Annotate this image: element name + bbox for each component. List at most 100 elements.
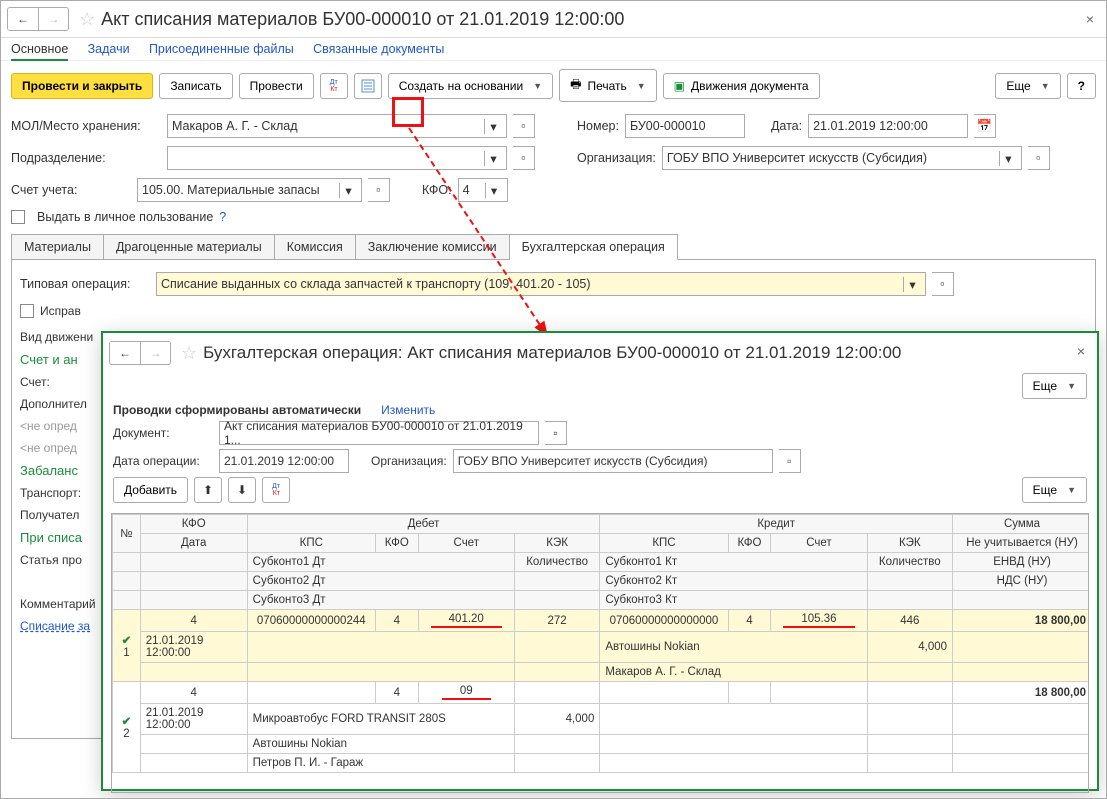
entry-row-2[interactable]: ✔ 2 4 4 09 18 800,00 [113, 682, 1090, 704]
auto-text: Проводки сформированы автоматически [113, 403, 361, 417]
opdate-input[interactable]: 21.01.2019 12:00:00 [219, 449, 349, 473]
acct-open-button[interactable]: ▫ [368, 178, 390, 202]
overlay-org-open-button[interactable]: ▫ [779, 449, 801, 473]
mol-label: МОЛ/Место хранения: [11, 119, 161, 133]
tab-accounting[interactable]: Бухгалтерская операция [510, 234, 678, 260]
change-link[interactable]: Изменить [381, 403, 435, 417]
nav-files[interactable]: Присоединенные файлы [149, 42, 294, 56]
col-sub3d: Субконто3 Дт [247, 591, 514, 610]
check-icon: ✔ [122, 635, 132, 647]
operation-input[interactable]: Списание выданных со склада запчастей к … [156, 272, 926, 296]
row-acct: Счет учета: 105.00. Материальные запасы▾… [1, 174, 1106, 206]
mol-open-button[interactable]: ▫ [513, 114, 535, 138]
date-picker-button[interactable]: 📅 [974, 114, 996, 138]
more-button[interactable]: Еще▼ [995, 73, 1060, 99]
help-button[interactable]: ? [1067, 73, 1096, 99]
entries-grid[interactable]: № КФО Дебет Кредит Сумма Дата КПС КФО Сч… [111, 513, 1089, 793]
favorite-icon[interactable]: ☆ [79, 9, 95, 30]
entry-row-2-sub3[interactable]: Петров П. И. - Гараж [113, 754, 1090, 773]
overlay-nav-back[interactable]: ← [110, 342, 140, 364]
doc-open-button[interactable]: ▫ [545, 421, 567, 445]
col-sub1d: Субконто1 Дт [247, 553, 514, 572]
division-open-button[interactable]: ▫ [513, 146, 535, 170]
col-date: Дата [140, 534, 247, 553]
check-icon: ✔ [122, 716, 132, 728]
isprav-label: Исправ [40, 304, 81, 318]
date-input[interactable]: 21.01.2019 12:00:00 [808, 114, 968, 138]
entry-row-2-sub1[interactable]: 21.01.2019 12:00:00 Микроавтобус FORD TR… [113, 704, 1090, 735]
tab-precious[interactable]: Драгоценные материалы [104, 234, 275, 260]
doc-input[interactable]: Акт списания материалов БУ00-000010 от 2… [219, 421, 539, 445]
kfo-input[interactable]: 4▾ [458, 178, 508, 202]
grid-header-row-5: Субконто3 Дт Субконто3 Кт [113, 591, 1090, 610]
personal-use-checkbox[interactable] [11, 210, 25, 224]
overlay-close-icon[interactable]: × [1077, 343, 1085, 359]
toolbar: Провести и закрыть Записать Провести ДтК… [1, 61, 1106, 110]
overlay-favorite-icon[interactable]: ☆ [181, 343, 197, 364]
col-d-kps: КПС [247, 534, 375, 553]
division-input[interactable]: ▾ [167, 146, 507, 170]
personal-use-label: Выдать в личное пользование [37, 210, 213, 224]
col-nds: НДС (НУ) [953, 572, 1089, 591]
help-icon[interactable]: ? [219, 210, 226, 224]
nav-forward-button[interactable]: → [38, 8, 68, 30]
row-division: Подразделение: ▾ ▫ Организация: ГОБУ ВПО… [1, 142, 1106, 174]
org-input[interactable]: ГОБУ ВПО Университет искусств (Субсидия)… [662, 146, 1022, 170]
org-open-button[interactable]: ▫ [1028, 146, 1050, 170]
col-envd: ЕНВД (НУ) [953, 553, 1089, 572]
nav-back-button[interactable]: ← [8, 8, 38, 30]
overlay-org-input[interactable]: ГОБУ ВПО Университет искусств (Субсидия) [453, 449, 773, 473]
move-up-button[interactable]: ⬆ [194, 477, 222, 503]
entry-row-1-sub1[interactable]: 21.01.2019 12:00:00 Автошины Nokian 4,00… [113, 632, 1090, 663]
write-button[interactable]: Записать [159, 73, 232, 99]
entry-row-1-sub2[interactable]: Макаров А. Г. - Склад [113, 663, 1090, 682]
tab-commission[interactable]: Комиссия [275, 234, 356, 260]
overlay-nav-forward[interactable]: → [140, 342, 170, 364]
operation-open-button[interactable]: ▫ [932, 272, 954, 296]
move-down-button[interactable]: ⬇ [228, 477, 256, 503]
writeoff-link[interactable]: Списание за [20, 619, 90, 633]
entry-row-1[interactable]: ✔ 1 4 07060000000000244 4 401.20 272 070… [113, 610, 1090, 632]
add-button[interactable]: Добавить [113, 477, 188, 503]
debit-acct-1: 401.20 [431, 613, 502, 628]
grid-header-row-4: Субконто2 Дт Субконто2 Кт НДС (НУ) [113, 572, 1090, 591]
overlay-dtkt-button[interactable]: ДтКт [262, 477, 290, 503]
post-and-close-button[interactable]: Провести и закрыть [11, 73, 153, 99]
entry-row-2-sub2[interactable]: Автошины Nokian [113, 735, 1090, 754]
tab-conclusion[interactable]: Заключение комиссии [356, 234, 510, 260]
print-button[interactable]: 🖶Печать▼ [559, 69, 657, 102]
col-kfo: КФО [140, 515, 247, 534]
movements-button[interactable]: ▣Движения документа [663, 73, 820, 99]
nav-buttons: ← → [7, 7, 69, 31]
nav-docs[interactable]: Связанные документы [313, 42, 444, 56]
overlay-grid-toolbar: Добавить ⬆ ⬇ ДтКт Еще▼ [103, 475, 1097, 509]
col-k-kek: КЭК [867, 534, 953, 553]
number-input[interactable]: БУ00-000010 [625, 114, 745, 138]
grid-header-row-1: № КФО Дебет Кредит Сумма [113, 515, 1090, 534]
isprav-checkbox[interactable] [20, 304, 34, 318]
window-header: ← → ☆ Акт списания материалов БУ00-00001… [1, 1, 1106, 38]
col-sub3k: Субконто3 Кт [600, 591, 867, 610]
overlay-date-row: Дата операции: 21.01.2019 12:00:00 Орган… [103, 447, 1097, 475]
close-icon[interactable]: × [1086, 11, 1094, 27]
create-based-button[interactable]: Создать на основании▼ [388, 73, 553, 99]
overlay-doc-row: Документ: Акт списания материалов БУ00-0… [103, 419, 1097, 447]
acct-input[interactable]: 105.00. Материальные запасы▾ [137, 178, 362, 202]
dtkt-button[interactable]: ДтКт [320, 73, 348, 99]
opdate-label: Дата операции: [113, 454, 213, 468]
overlay-grid-more-button[interactable]: Еще▼ [1022, 477, 1087, 503]
post-button[interactable]: Провести [239, 73, 314, 99]
grid-header-row-3: Субконто1 Дт Количество Субконто1 Кт Кол… [113, 553, 1090, 572]
tab-materials[interactable]: Материалы [11, 234, 104, 260]
mol-input[interactable]: Макаров А. Г. - Склад▾ [167, 114, 507, 138]
date-label: Дата: [771, 119, 802, 133]
nav-main[interactable]: Основное [11, 42, 68, 61]
col-d-kfo: КФО [375, 534, 418, 553]
report-button[interactable] [354, 73, 382, 99]
overlay-more-button[interactable]: Еще▼ [1022, 373, 1087, 399]
nav-tasks[interactable]: Задачи [88, 42, 130, 56]
overlay-auto-row: Проводки сформированы автоматически Изме… [103, 401, 1097, 419]
number-label: Номер: [577, 119, 619, 133]
division-label: Подразделение: [11, 151, 161, 165]
org-label: Организация: [577, 151, 656, 165]
